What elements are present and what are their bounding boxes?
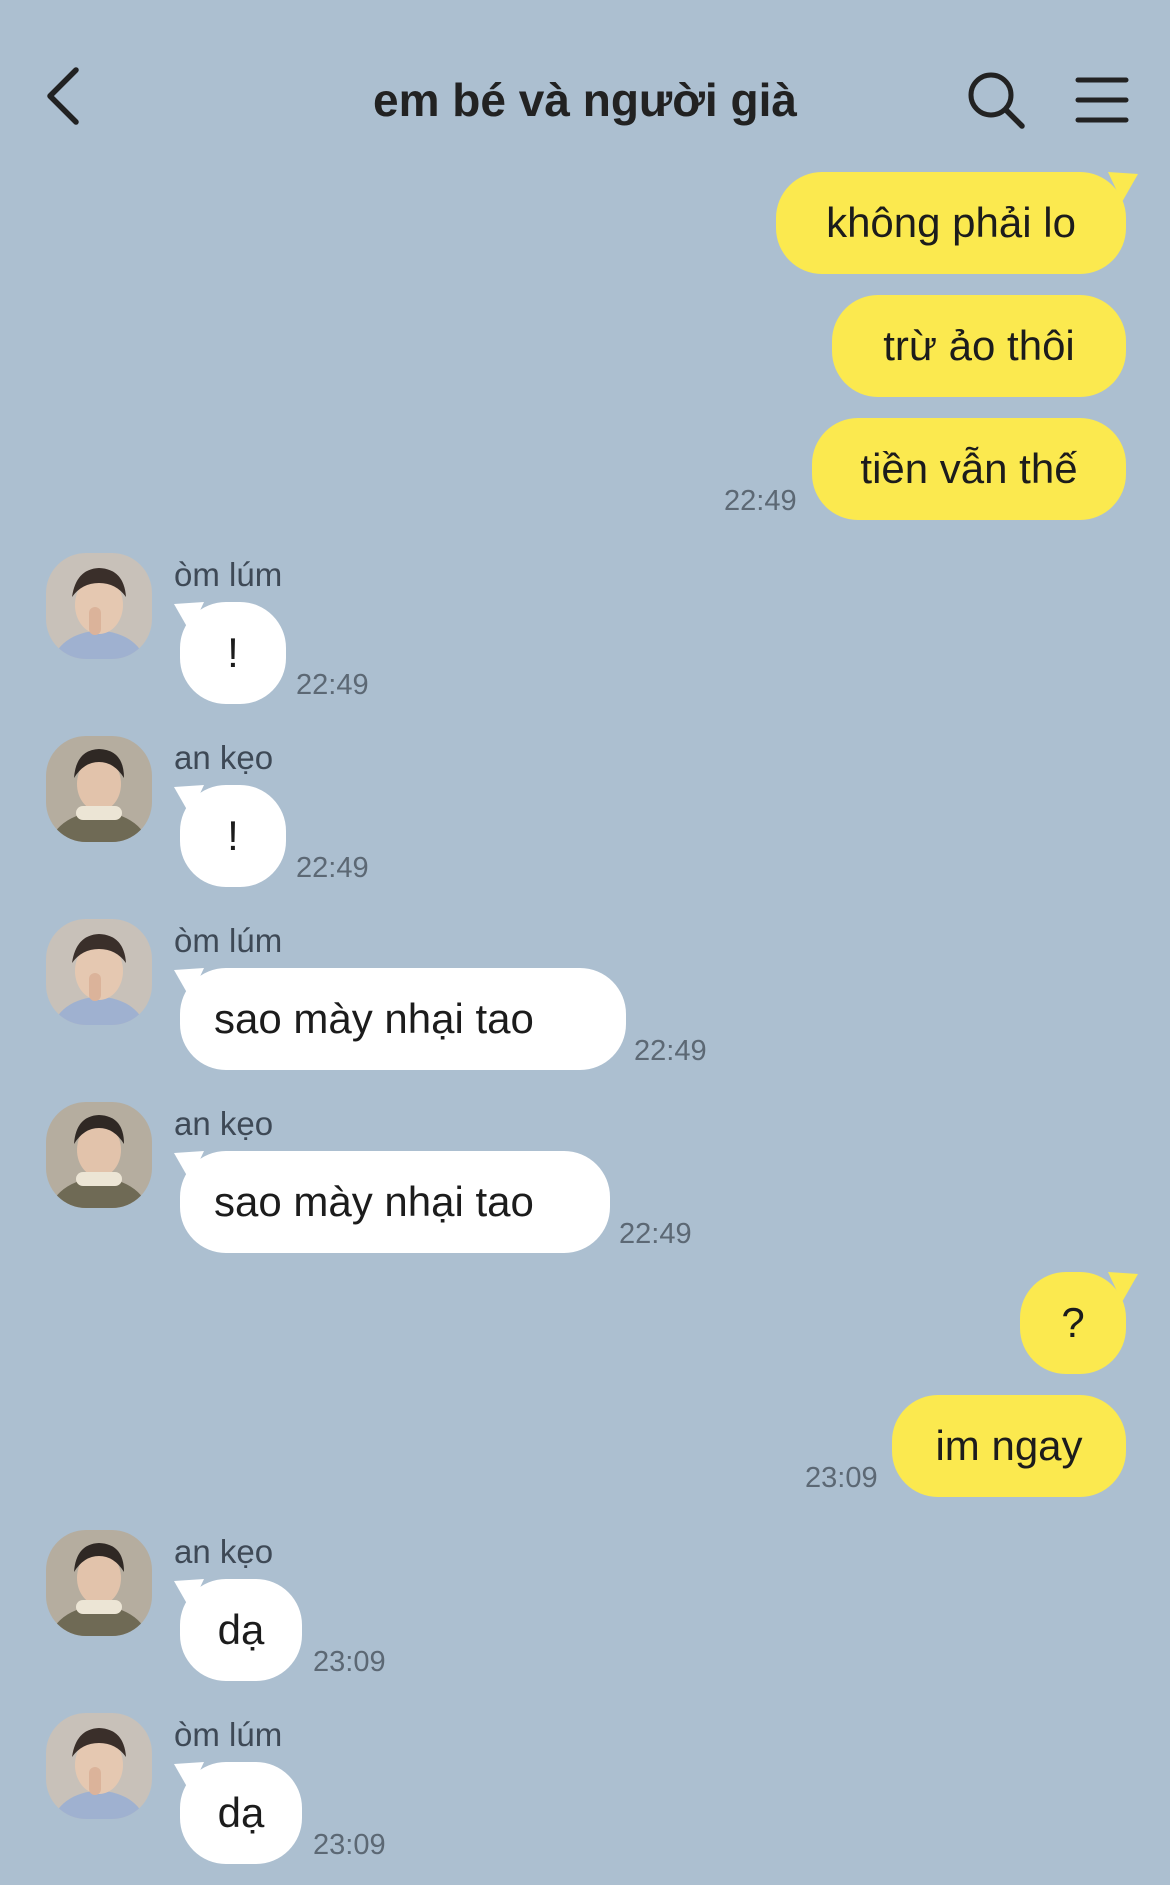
avatar[interactable] [46,1713,152,1819]
bubble-tail [174,785,204,815]
chat-title: em bé và người già [373,74,797,126]
bubble-tail [174,968,204,998]
message-time: 23:09 [805,1462,878,1494]
message-time: 23:09 [313,1646,386,1678]
message-bubble-incoming[interactable]: sao mày nhại tao [180,968,626,1070]
back-button[interactable] [36,60,96,132]
avatar-image [46,736,152,842]
sender-name: òm lúm [174,1716,283,1753]
search-button[interactable] [966,70,1026,130]
message-bubble-outgoing[interactable]: im ngay [892,1395,1126,1497]
message-time: 23:09 [313,1829,386,1861]
sender-name: an kẹo [174,739,274,776]
message-bubble-outgoing[interactable]: trừ ảo thôi [832,295,1126,397]
bubble-tail [174,1151,204,1181]
sender-name: òm lúm [174,556,283,593]
message-bubble-incoming[interactable]: sao mày nhại tao [180,1151,610,1253]
avatar-image [46,1530,152,1636]
message-time: 22:49 [724,485,797,517]
avatar[interactable] [46,1530,152,1636]
avatar-image [46,1102,152,1208]
sender-name: an kẹo [174,1105,274,1142]
avatar-image [46,919,152,1025]
sender-name: òm lúm [174,922,283,959]
message-time: 22:49 [619,1218,692,1250]
bubble-tail [1108,172,1138,202]
avatar[interactable] [46,736,152,842]
sender-name: an kẹo [174,1533,274,1570]
chat-header: em bé và người già [0,0,1170,170]
message-time: 22:49 [634,1035,707,1067]
menu-button[interactable] [1074,76,1130,124]
avatar-image [46,553,152,659]
message-bubble-outgoing[interactable]: không phải lo [776,172,1126,274]
search-icon [968,72,1025,129]
bubble-tail [1108,1272,1138,1302]
hamburger-menu-icon [1075,77,1129,123]
message-bubble-outgoing[interactable]: tiền vẫn thế [812,418,1126,520]
message-time: 22:49 [296,669,369,701]
chevron-left-icon [47,67,79,125]
avatar[interactable] [46,553,152,659]
avatar[interactable] [46,919,152,1025]
message-time: 22:49 [296,852,369,884]
avatar[interactable] [46,1102,152,1208]
bubble-tail [174,1762,204,1792]
avatar-image [46,1713,152,1819]
bubble-tail [174,602,204,632]
bubble-tail [174,1579,204,1609]
